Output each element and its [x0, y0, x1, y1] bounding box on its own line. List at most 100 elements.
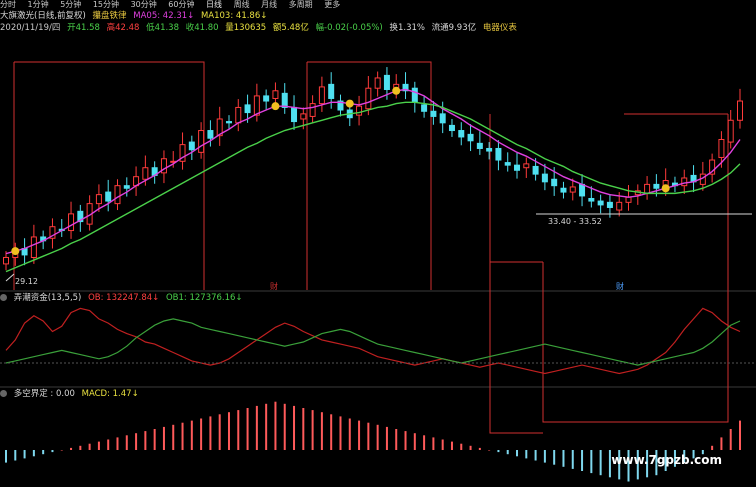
smiley-marker: [271, 102, 280, 111]
macd-bar: [32, 450, 35, 457]
candle-body: [207, 130, 214, 139]
macd-bar: [107, 439, 110, 450]
range-frames: [13, 61, 729, 434]
macd-bar: [79, 445, 82, 450]
candle-body: [560, 187, 567, 193]
macd-bar: [237, 410, 240, 450]
candle-body: [727, 119, 734, 143]
macd-bar: [330, 414, 333, 450]
candle-body: [356, 105, 363, 116]
macd-bar: [265, 403, 268, 450]
macd-bar: [283, 403, 286, 450]
macd-bar: [404, 431, 407, 450]
macd-bar: [274, 401, 277, 450]
frame-box: [542, 114, 729, 423]
macd-bar: [599, 450, 602, 476]
macd-bar: [581, 450, 584, 471]
candle-body: [523, 163, 530, 169]
macd-bar: [385, 426, 388, 450]
candle-body: [235, 106, 242, 124]
candle-body: [486, 147, 493, 152]
candle-body: [532, 165, 539, 175]
macd-bar: [367, 422, 370, 450]
macd-bar: [42, 450, 45, 455]
macd-bar: [255, 405, 258, 450]
macd-bar: [218, 414, 221, 450]
macd-bar: [516, 450, 519, 457]
marker-b: 财: [616, 281, 624, 291]
macd-bar: [227, 412, 230, 450]
macd-bar: [450, 441, 453, 450]
ob1-line: [5, 318, 741, 366]
smiley-marker: [345, 99, 354, 108]
candle-body: [448, 124, 455, 132]
macd-bar: [144, 431, 147, 450]
candle-body: [272, 90, 279, 99]
macd-bar: [14, 450, 17, 461]
low-pointer: [5, 273, 15, 282]
candle-body: [514, 164, 521, 171]
candle-body: [681, 177, 688, 187]
candle-body: [616, 201, 623, 211]
candle-body: [374, 77, 381, 89]
candle-body: [411, 87, 418, 103]
macd-bar: [246, 408, 249, 450]
candle-body: [328, 83, 335, 99]
macd-bar: [534, 450, 537, 461]
macd-bar: [209, 416, 212, 450]
macd-bar: [302, 408, 305, 450]
macd-bar: [729, 429, 732, 450]
candle-body: [142, 167, 149, 180]
macd-bar: [23, 450, 26, 459]
macd-bar: [116, 437, 119, 450]
macd-bar: [320, 412, 323, 450]
macd-bar: [497, 450, 500, 453]
candle-body: [421, 104, 428, 112]
candlestick-series: [3, 67, 743, 271]
macd-bar: [293, 405, 296, 450]
macd-bar: [5, 450, 7, 463]
candle-body: [318, 86, 325, 105]
macd-bar: [376, 424, 379, 450]
candle-body: [3, 256, 9, 265]
candle-body: [551, 178, 558, 187]
candle-body: [597, 200, 604, 206]
smiley-marker: [661, 184, 670, 193]
macd-bar: [460, 443, 463, 450]
candle-body: [114, 185, 121, 205]
smiley-marker: [11, 247, 20, 256]
candle-body: [123, 185, 130, 189]
macd-bar: [162, 426, 165, 450]
macd-bar: [720, 437, 723, 450]
candle-body: [495, 147, 502, 161]
range-label: 33.40 - 33.52: [548, 217, 602, 226]
candle-body: [579, 183, 586, 197]
macd-bar: [553, 450, 556, 465]
macd-bar: [181, 422, 184, 450]
candle-body: [588, 197, 595, 202]
candle-body: [68, 213, 75, 232]
macd-bar: [488, 450, 491, 451]
macd-bar: [506, 450, 509, 455]
macd-bar: [172, 424, 175, 450]
macd-bar: [190, 420, 193, 450]
smiley-marker: [392, 86, 401, 95]
macd-bar: [70, 447, 73, 450]
macd-bar: [478, 447, 481, 450]
candle-body: [105, 191, 112, 202]
macd-bar: [590, 450, 593, 474]
candle-body: [467, 133, 474, 142]
candle-body: [606, 201, 613, 208]
macd-bar: [358, 420, 361, 450]
macd-bar: [339, 416, 342, 450]
macd-bar: [60, 450, 63, 451]
macd-bar: [395, 429, 398, 450]
macd-bar: [153, 429, 156, 450]
candle-body: [263, 95, 270, 102]
candle-body: [365, 87, 372, 110]
marker-a: 财: [270, 281, 278, 291]
candle-body: [476, 142, 483, 149]
macd-bar: [543, 450, 546, 463]
macd-bar: [571, 450, 574, 469]
candle-body: [198, 130, 205, 153]
